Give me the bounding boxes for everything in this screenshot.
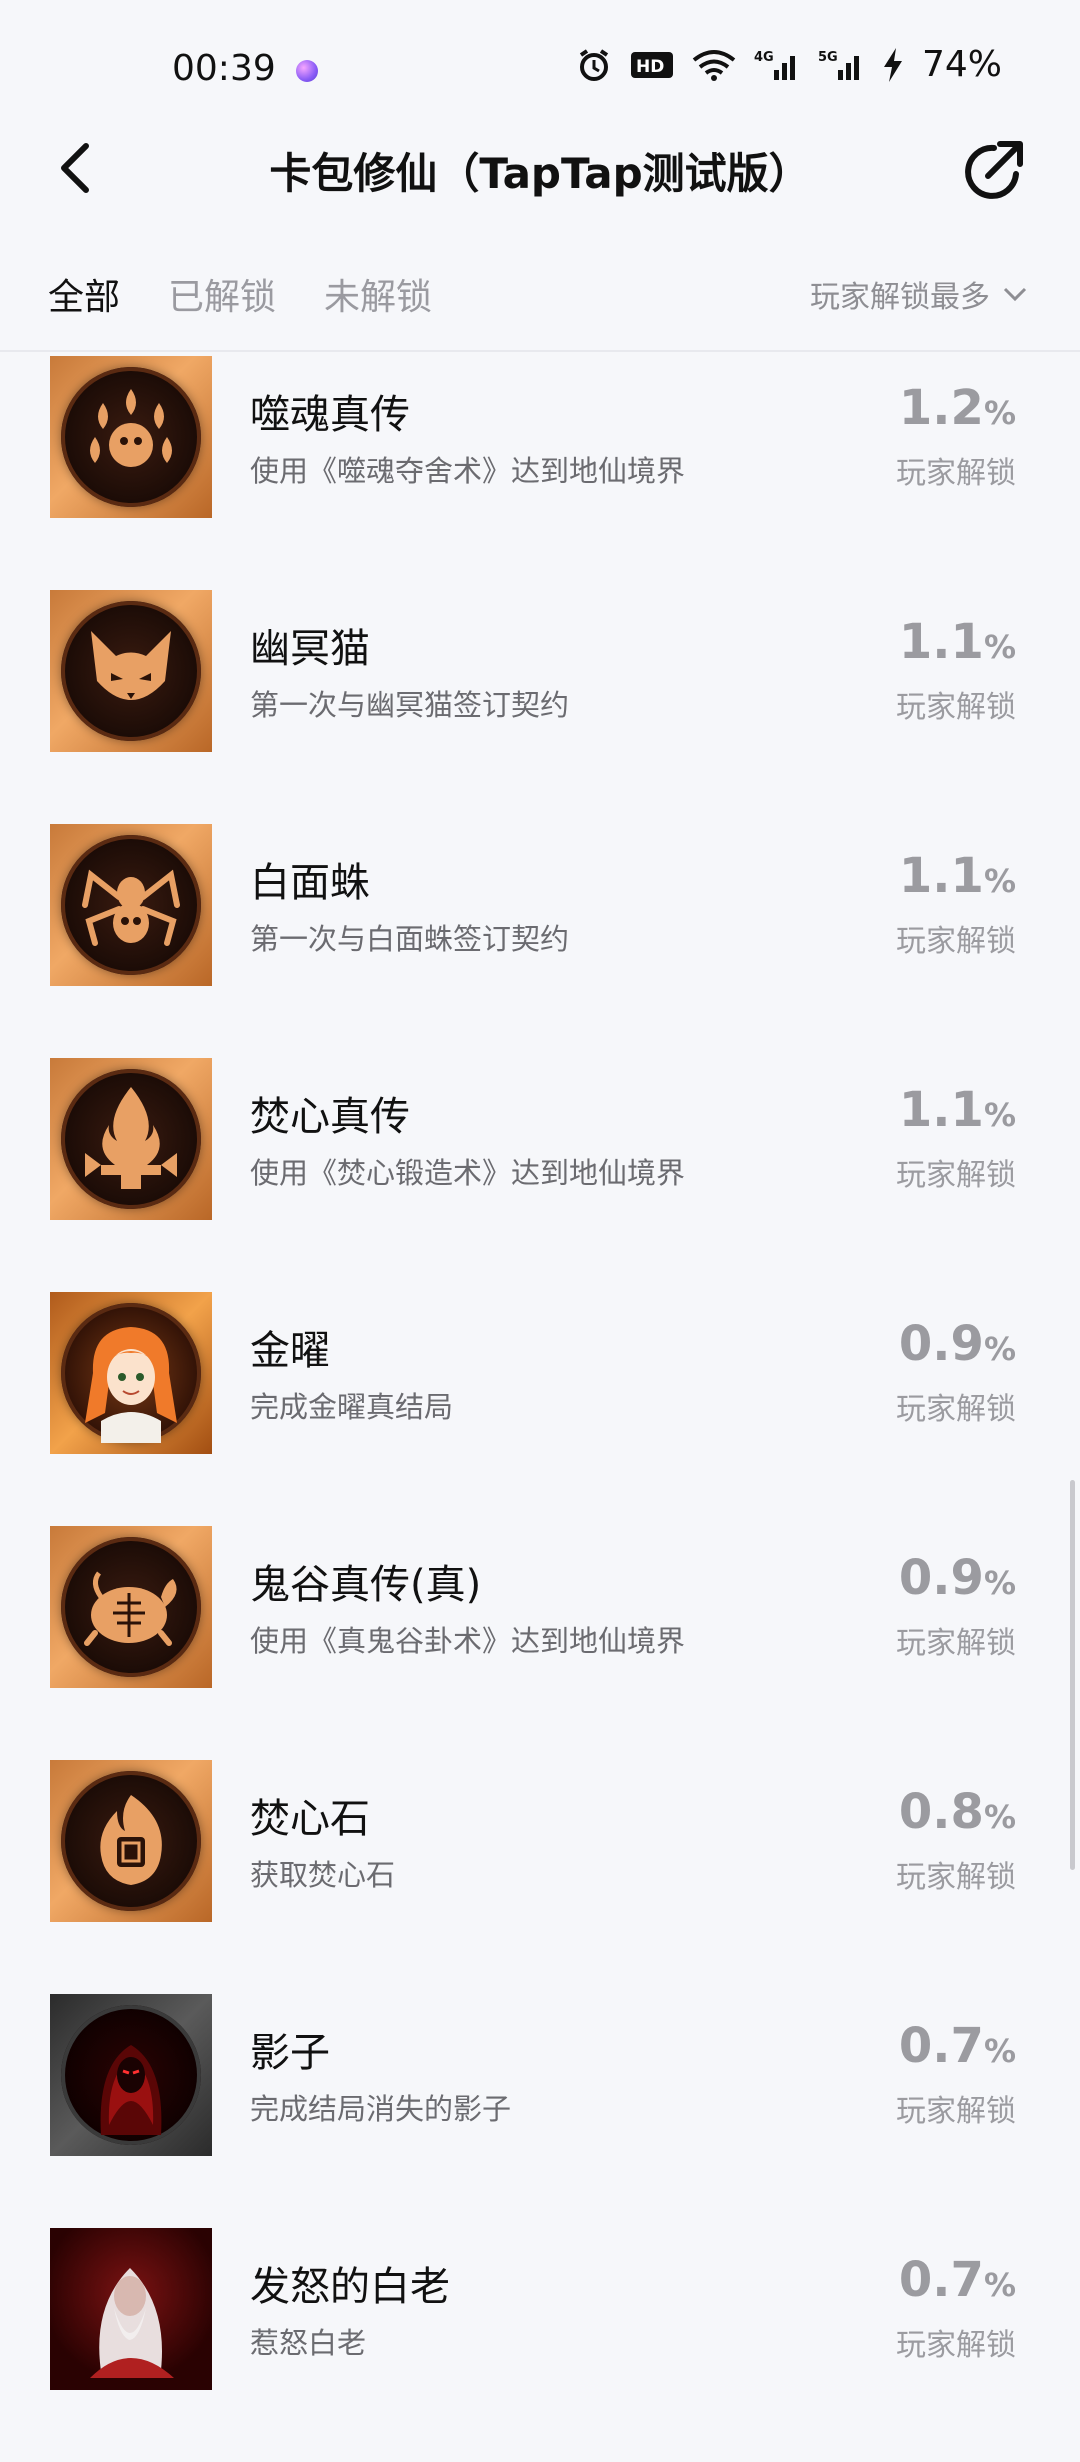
achievement-desc: 惹怒白老	[250, 2326, 367, 2360]
sort-dropdown[interactable]: 玩家解锁最多	[810, 272, 1028, 316]
unlock-label: 玩家解锁	[896, 456, 1016, 491]
flame-stone-icon	[50, 1760, 212, 1922]
achievement-name: 鬼谷真传(真)	[250, 1562, 482, 1608]
unlock-percent: 1.2%	[898, 380, 1016, 436]
assistant-dot-icon	[296, 60, 318, 82]
unlock-label: 玩家解锁	[896, 2328, 1016, 2363]
status-bar: 00:39 HD 4G 5G 74%	[0, 0, 1080, 130]
achievement-name: 幽冥猫	[250, 626, 370, 672]
tab-locked[interactable]: 未解锁	[324, 268, 432, 320]
svg-text:5G: 5G	[818, 50, 838, 65]
signal-5g-icon: 5G	[818, 50, 859, 80]
unlock-percent: 0.7%	[898, 2018, 1016, 2074]
unlock-label: 玩家解锁	[896, 924, 1016, 959]
battery-percent: 74%	[921, 44, 1002, 85]
turtle-icon	[50, 1526, 212, 1688]
achievement-desc: 第一次与白面蛛签订契约	[250, 922, 570, 956]
alarm-icon	[579, 48, 609, 81]
scrollbar[interactable]	[1070, 1480, 1075, 1870]
achievement-desc: 获取焚心石	[250, 1858, 396, 1892]
status-icons: HD 4G 5G 74%	[576, 44, 1002, 85]
unlock-label: 玩家解锁	[896, 690, 1016, 725]
unlock-label: 玩家解锁	[896, 1392, 1016, 1427]
list-item[interactable]: 焚心石 获取焚心石 0.8% 玩家解锁	[0, 1760, 1080, 1994]
achievement-desc: 使用《真鬼谷卦术》达到地仙境界	[250, 1624, 686, 1658]
sort-label: 玩家解锁最多	[810, 280, 990, 315]
filter-tabs: 全部 已解锁 未解锁	[48, 268, 432, 320]
achievement-name: 发怒的白老	[250, 2264, 450, 2310]
wifi-icon	[692, 49, 736, 81]
charging-icon	[883, 47, 902, 82]
white-elder-portrait-icon	[50, 2228, 212, 2390]
tab-all[interactable]: 全部	[48, 268, 120, 320]
unlock-percent: 0.9%	[898, 1316, 1016, 1372]
signal-4g-icon: 4G	[754, 50, 795, 80]
unlock-label: 玩家解锁	[896, 2094, 1016, 2129]
achievement-name: 金曜	[250, 1328, 330, 1374]
svg-text:HD: HD	[636, 57, 664, 77]
unlock-percent: 0.8%	[898, 1784, 1016, 1840]
forge-flame-icon	[50, 1058, 212, 1220]
chevron-down-icon	[1003, 287, 1027, 302]
achievement-name: 焚心石	[250, 1796, 370, 1842]
unlock-label: 玩家解锁	[896, 1860, 1016, 1895]
cat-icon	[50, 590, 212, 752]
list-item[interactable]: 白面蛛 第一次与白面蛛签订契约 1.1% 玩家解锁	[0, 824, 1080, 1058]
unlock-label: 玩家解锁	[896, 1158, 1016, 1193]
achievement-name: 噬魂真传	[250, 392, 410, 438]
list-item[interactable]: 幽冥猫 第一次与幽冥猫签订契约 1.1% 玩家解锁	[0, 590, 1080, 824]
achievement-name: 焚心真传	[250, 1094, 410, 1140]
list-item[interactable]: 焚心真传 使用《焚心锻造术》达到地仙境界 1.1% 玩家解锁	[0, 1058, 1080, 1292]
svg-text:4G: 4G	[754, 50, 774, 65]
share-icon[interactable]	[958, 136, 1028, 206]
tabs-divider	[0, 350, 1080, 352]
achievement-desc: 使用《噬魂夺舍术》达到地仙境界	[250, 454, 686, 488]
list-item[interactable]: 发怒的白老 惹怒白老 0.7% 玩家解锁	[0, 2228, 1080, 2462]
unlock-label: 玩家解锁	[896, 1626, 1016, 1661]
shadow-portrait-icon	[50, 1994, 212, 2156]
tab-unlocked[interactable]: 已解锁	[168, 268, 276, 320]
unlock-percent: 0.7%	[898, 2252, 1016, 2308]
unlock-percent: 1.1%	[898, 848, 1016, 904]
unlock-percent: 1.1%	[898, 1082, 1016, 1138]
spider-icon	[50, 824, 212, 986]
list-item[interactable]: 噬魂真传 使用《噬魂夺舍术》达到地仙境界 1.2% 玩家解锁	[0, 356, 1080, 590]
achievement-desc: 使用《焚心锻造术》达到地仙境界	[250, 1156, 686, 1190]
achievement-desc: 完成金曜真结局	[250, 1390, 454, 1424]
list-item[interactable]: 影子 完成结局消失的影子 0.7% 玩家解锁	[0, 1994, 1080, 2228]
portrait-jinyao-icon	[50, 1292, 212, 1454]
page-title: 卡包修仙（TapTap测试版）	[269, 149, 811, 198]
unlock-percent: 0.9%	[898, 1550, 1016, 1606]
soul-flames-icon	[50, 356, 212, 518]
achievement-name: 白面蛛	[250, 860, 370, 906]
achievement-desc: 第一次与幽冥猫签订契约	[250, 688, 570, 722]
achievement-name: 影子	[250, 2030, 330, 2076]
status-time: 00:39	[172, 48, 276, 89]
list-item[interactable]: 金曜 完成金曜真结局 0.9% 玩家解锁	[0, 1292, 1080, 1526]
unlock-percent: 1.1%	[898, 614, 1016, 670]
hd-icon: HD	[630, 51, 673, 78]
list-item[interactable]: 鬼谷真传(真) 使用《真鬼谷卦术》达到地仙境界 0.9% 玩家解锁	[0, 1526, 1080, 1760]
achievement-desc: 完成结局消失的影子	[250, 2092, 512, 2126]
